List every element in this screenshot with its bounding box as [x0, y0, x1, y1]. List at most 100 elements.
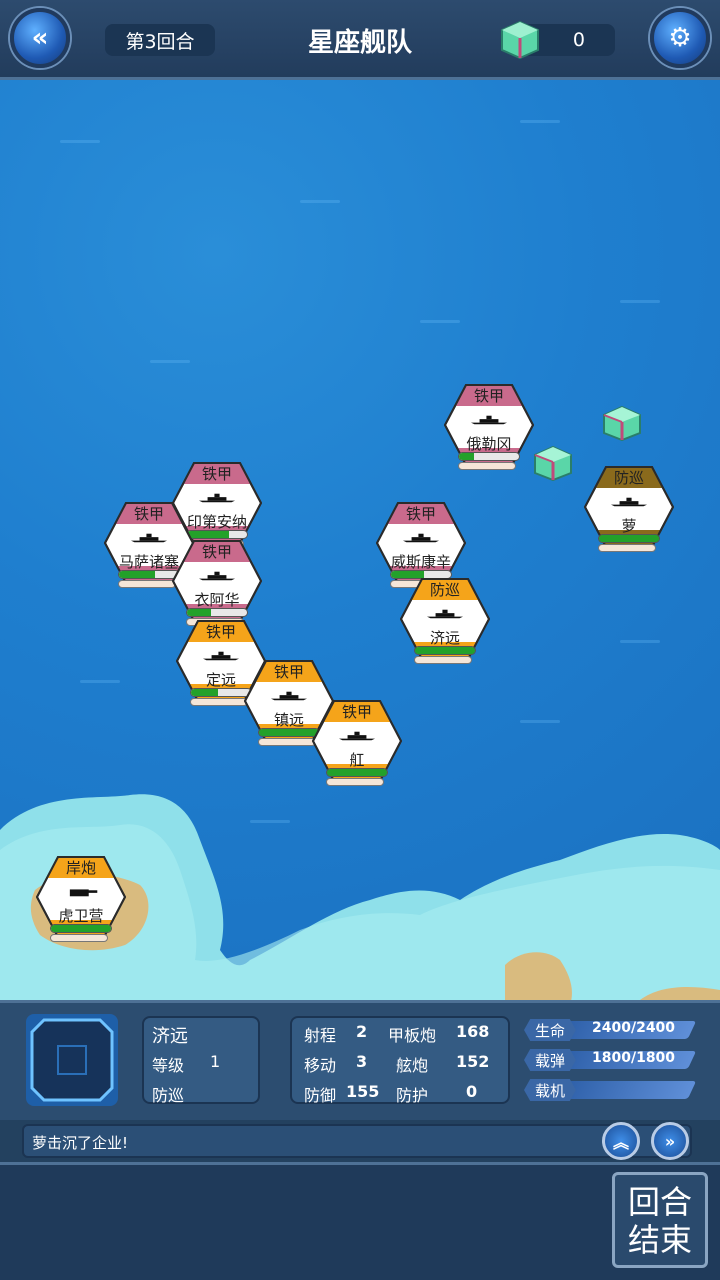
unit-hp-bar [186, 608, 248, 617]
unit-name: 威斯康辛 [390, 553, 451, 571]
unit-hp-bar [258, 728, 320, 737]
end-turn-line2: 结束 [627, 1221, 692, 1259]
hp-fill [599, 535, 659, 542]
chest-count: 0 [572, 29, 585, 51]
ammo-label: 载弹 [524, 1049, 576, 1071]
unit-hp-bar [414, 646, 476, 655]
unit-hp-bar [118, 570, 180, 579]
ship-silhouette-icon [427, 609, 463, 619]
hp-fill [415, 647, 475, 654]
double-chevron-left-icon: « [31, 23, 49, 53]
aircraft-label: 载机 [524, 1079, 576, 1101]
unit-hp-bar [458, 452, 520, 461]
unit-hp-bar [50, 924, 112, 933]
unit-portrait-frame [26, 1014, 118, 1106]
fast-forward-button[interactable]: » [651, 1122, 689, 1160]
unit-name: 萝 [621, 517, 637, 535]
settings-button[interactable]: ⚙ [650, 8, 710, 68]
unit-class: 防巡 [613, 469, 644, 487]
unit-name: 衣阿华 [194, 591, 240, 609]
hp-fill [459, 453, 474, 460]
unit-stats-card: 射程 2 甲板炮 168 移动 3 舷炮 152 防御 155 防护 0 [290, 1016, 510, 1105]
gear-wrench-icon: ⚙ [668, 23, 692, 53]
unit-hp-bar [598, 534, 660, 543]
unit-name: 虎卫营 [58, 907, 104, 925]
unit-ammo-bar [326, 778, 384, 786]
unit-class: 铁甲 [201, 543, 232, 561]
hp-fill [259, 729, 319, 736]
hp-fill [391, 571, 424, 578]
ship-silhouette-icon [403, 533, 439, 543]
unit-name: 济远 [429, 629, 460, 647]
page-title: 星座舰队 [307, 28, 412, 58]
unit-ammo-bar [190, 698, 248, 706]
battle-log: 萝击沉了企业! [22, 1124, 692, 1158]
ship-silhouette-icon [69, 889, 98, 897]
round-counter: 第3回合 [105, 24, 215, 56]
unit-ammo-bar [258, 738, 316, 746]
deck-gun-label: 甲板炮 [388, 1026, 437, 1045]
bow-gun-value: 152 [456, 1052, 490, 1071]
ship-silhouette-icon [131, 533, 167, 543]
end-turn-button[interactable]: 回合 结束 [612, 1172, 708, 1268]
ship-silhouette-icon [199, 571, 235, 581]
unit-ammo-bar [414, 656, 472, 664]
unit-class: 铁甲 [473, 387, 504, 405]
unit-name-card: 济远 等级 1 防巡 [142, 1016, 260, 1105]
defense-value: 155 [346, 1082, 380, 1101]
unit-class: 铁甲 [205, 623, 236, 641]
aircraft-ribbon [555, 1081, 697, 1099]
unit-ammo-bar [458, 462, 516, 470]
ship-silhouette-icon [611, 497, 647, 507]
deck-gun-value: 168 [456, 1022, 490, 1041]
armor-label: 防护 [396, 1086, 429, 1105]
unit-class: 岸炮 [65, 859, 96, 877]
range-value: 2 [356, 1022, 368, 1041]
move-value: 3 [356, 1052, 368, 1071]
hp-fill [187, 609, 211, 616]
unit-hp-bar [186, 530, 248, 539]
hp-fill [191, 689, 218, 696]
bow-gun-label: 舷炮 [396, 1056, 429, 1075]
ship-silhouette-icon [471, 415, 507, 425]
unit-name: 俄勒冈 [466, 435, 512, 453]
double-chevron-right-icon: » [664, 1131, 676, 1151]
ship-silhouette-icon [339, 731, 375, 741]
log-message: 萝击沉了企业! [32, 1134, 129, 1152]
unit-class: 铁甲 [405, 505, 436, 523]
unit-class: 铁甲 [133, 505, 164, 523]
ship-silhouette-icon [199, 493, 235, 503]
expand-log-button[interactable]: ︽ [602, 1122, 640, 1160]
unit-name: 济远 [152, 1026, 188, 1047]
level-value: 1 [210, 1052, 221, 1071]
unit-hp-bar [190, 688, 252, 697]
unit-ammo-bar [118, 580, 176, 588]
unit-class: 铁甲 [201, 465, 232, 483]
ship-silhouette-icon [271, 691, 307, 701]
hp-fill [119, 571, 155, 578]
unit-ammo-bar [50, 934, 108, 942]
unit-ammo-bar [598, 544, 656, 552]
double-chevron-up-icon: ︽ [612, 1133, 629, 1152]
move-label: 移动 [304, 1056, 337, 1075]
unit-hp-bar [326, 768, 388, 777]
hp-fill [51, 925, 111, 932]
hp-value: 2400/2400 [592, 1020, 676, 1036]
defense-label: 防御 [304, 1086, 337, 1105]
ship-silhouette-icon [203, 651, 239, 661]
unit-class: 铁甲 [273, 663, 304, 681]
map-chest-icon[interactable] [602, 405, 642, 441]
unit-class: 防巡 [429, 581, 460, 599]
back-button[interactable]: « [10, 8, 70, 68]
armor-value: 0 [466, 1082, 478, 1101]
top-bar: « 第3回合 星座舰队 0 ⚙ [0, 0, 720, 80]
end-turn-line1: 回合 [627, 1183, 692, 1221]
unit-type: 防巡 [152, 1086, 185, 1105]
hp-label: 生命 [524, 1019, 576, 1041]
range-label: 射程 [304, 1026, 337, 1045]
unit-class: 铁甲 [341, 703, 372, 721]
unit-name: 舡 [349, 751, 365, 769]
map-chest-icon[interactable] [533, 445, 573, 481]
ammo-value: 1800/1800 [592, 1050, 676, 1066]
level-label: 等级 [152, 1056, 185, 1075]
